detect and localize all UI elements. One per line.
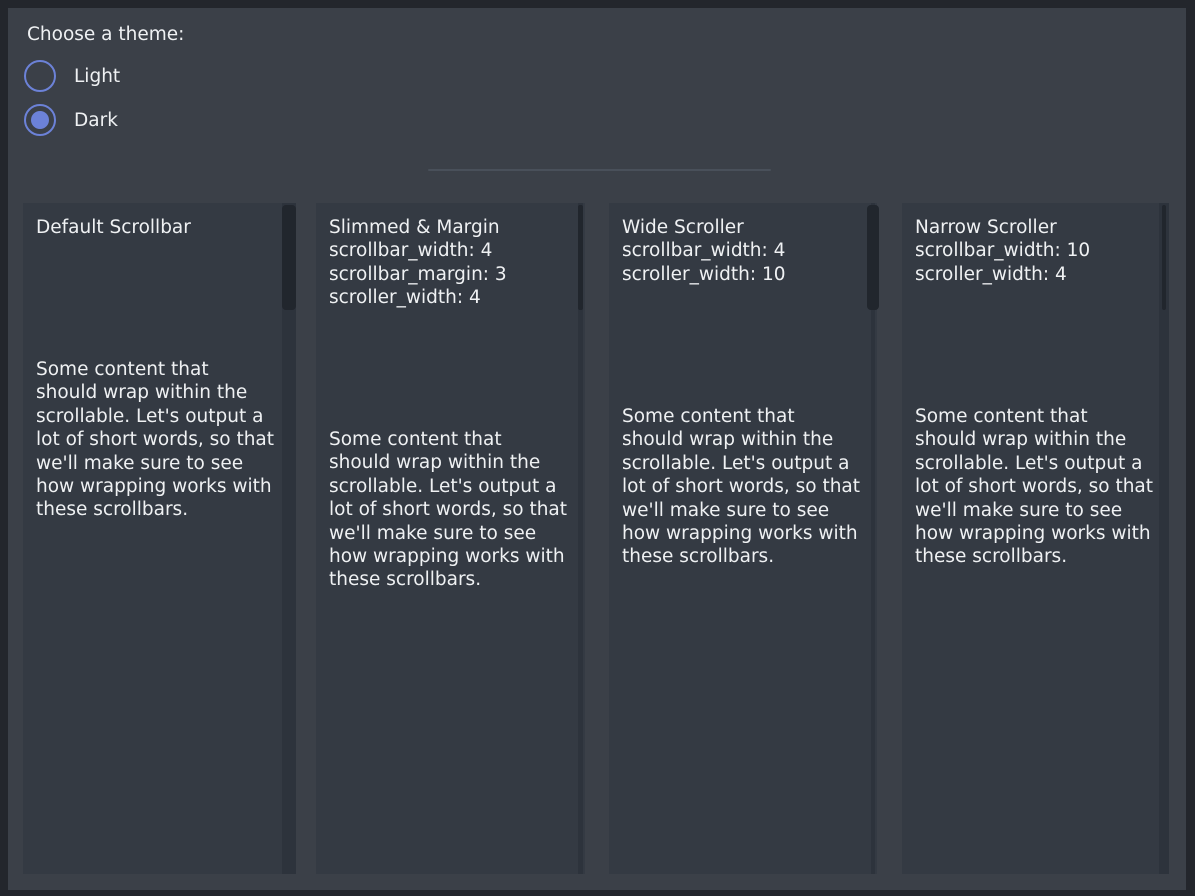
panel-param: scroller_width: 4 xyxy=(329,286,565,309)
vertical-scrollbar-thumb[interactable] xyxy=(867,205,879,310)
panel-header: Narrow Scroller scrollbar_width: 10 scro… xyxy=(915,216,1149,286)
scrollable-panel-wide[interactable]: Wide Scroller scrollbar_width: 4 scrolle… xyxy=(609,203,877,874)
horizontal-divider xyxy=(428,169,771,171)
vertical-scrollbar-thumb[interactable] xyxy=(1162,205,1166,310)
panel-header: Wide Scroller scrollbar_width: 4 scrolle… xyxy=(622,216,857,286)
theme-chooser-label: Choose a theme: xyxy=(27,23,184,46)
panel-param: scrollbar_width: 4 xyxy=(329,239,565,262)
scrollable-panel-narrow[interactable]: Narrow Scroller scrollbar_width: 10 scro… xyxy=(902,203,1169,874)
radio-option-light[interactable]: Light xyxy=(24,60,120,92)
vertical-scrollbar-thumb[interactable] xyxy=(578,205,583,310)
panel-content-text: Some content that should wrap within the… xyxy=(36,358,274,522)
radio-label-dark: Dark xyxy=(74,110,118,131)
panel-param: scrollbar_width: 4 xyxy=(622,239,857,262)
panel-param: scroller_width: 4 xyxy=(915,263,1149,286)
panel-title: Narrow Scroller xyxy=(915,216,1149,239)
radio-dot-icon xyxy=(31,111,49,129)
radio-option-dark[interactable]: Dark xyxy=(24,104,118,136)
panel-content-text: Some content that should wrap within the… xyxy=(329,428,567,592)
panel-title: Default Scrollbar xyxy=(36,216,276,239)
panel-title: Wide Scroller xyxy=(622,216,857,239)
radio-label-light: Light xyxy=(74,66,120,87)
radio-button-dark-icon[interactable] xyxy=(24,104,56,136)
radio-button-light-icon[interactable] xyxy=(24,60,56,92)
panel-param: scrollbar_width: 10 xyxy=(915,239,1149,262)
scrollable-panel-default[interactable]: Default Scrollbar Some content that shou… xyxy=(23,203,296,874)
panel-title: Slimmed & Margin xyxy=(329,216,565,239)
panel-param: scrollbar_margin: 3 xyxy=(329,263,565,286)
panel-header: Default Scrollbar xyxy=(36,216,276,239)
panel-param: scroller_width: 10 xyxy=(622,263,857,286)
vertical-scrollbar-thumb[interactable] xyxy=(282,205,296,310)
panel-header: Slimmed & Margin scrollbar_width: 4 scro… xyxy=(329,216,565,310)
panel-content-text: Some content that should wrap within the… xyxy=(622,405,860,569)
app-window: Choose a theme: Light Dark Default Scrol… xyxy=(0,0,1195,896)
scrollable-panel-slimmed[interactable]: Slimmed & Margin scrollbar_width: 4 scro… xyxy=(316,203,585,874)
panel-content-text: Some content that should wrap within the… xyxy=(915,405,1153,569)
